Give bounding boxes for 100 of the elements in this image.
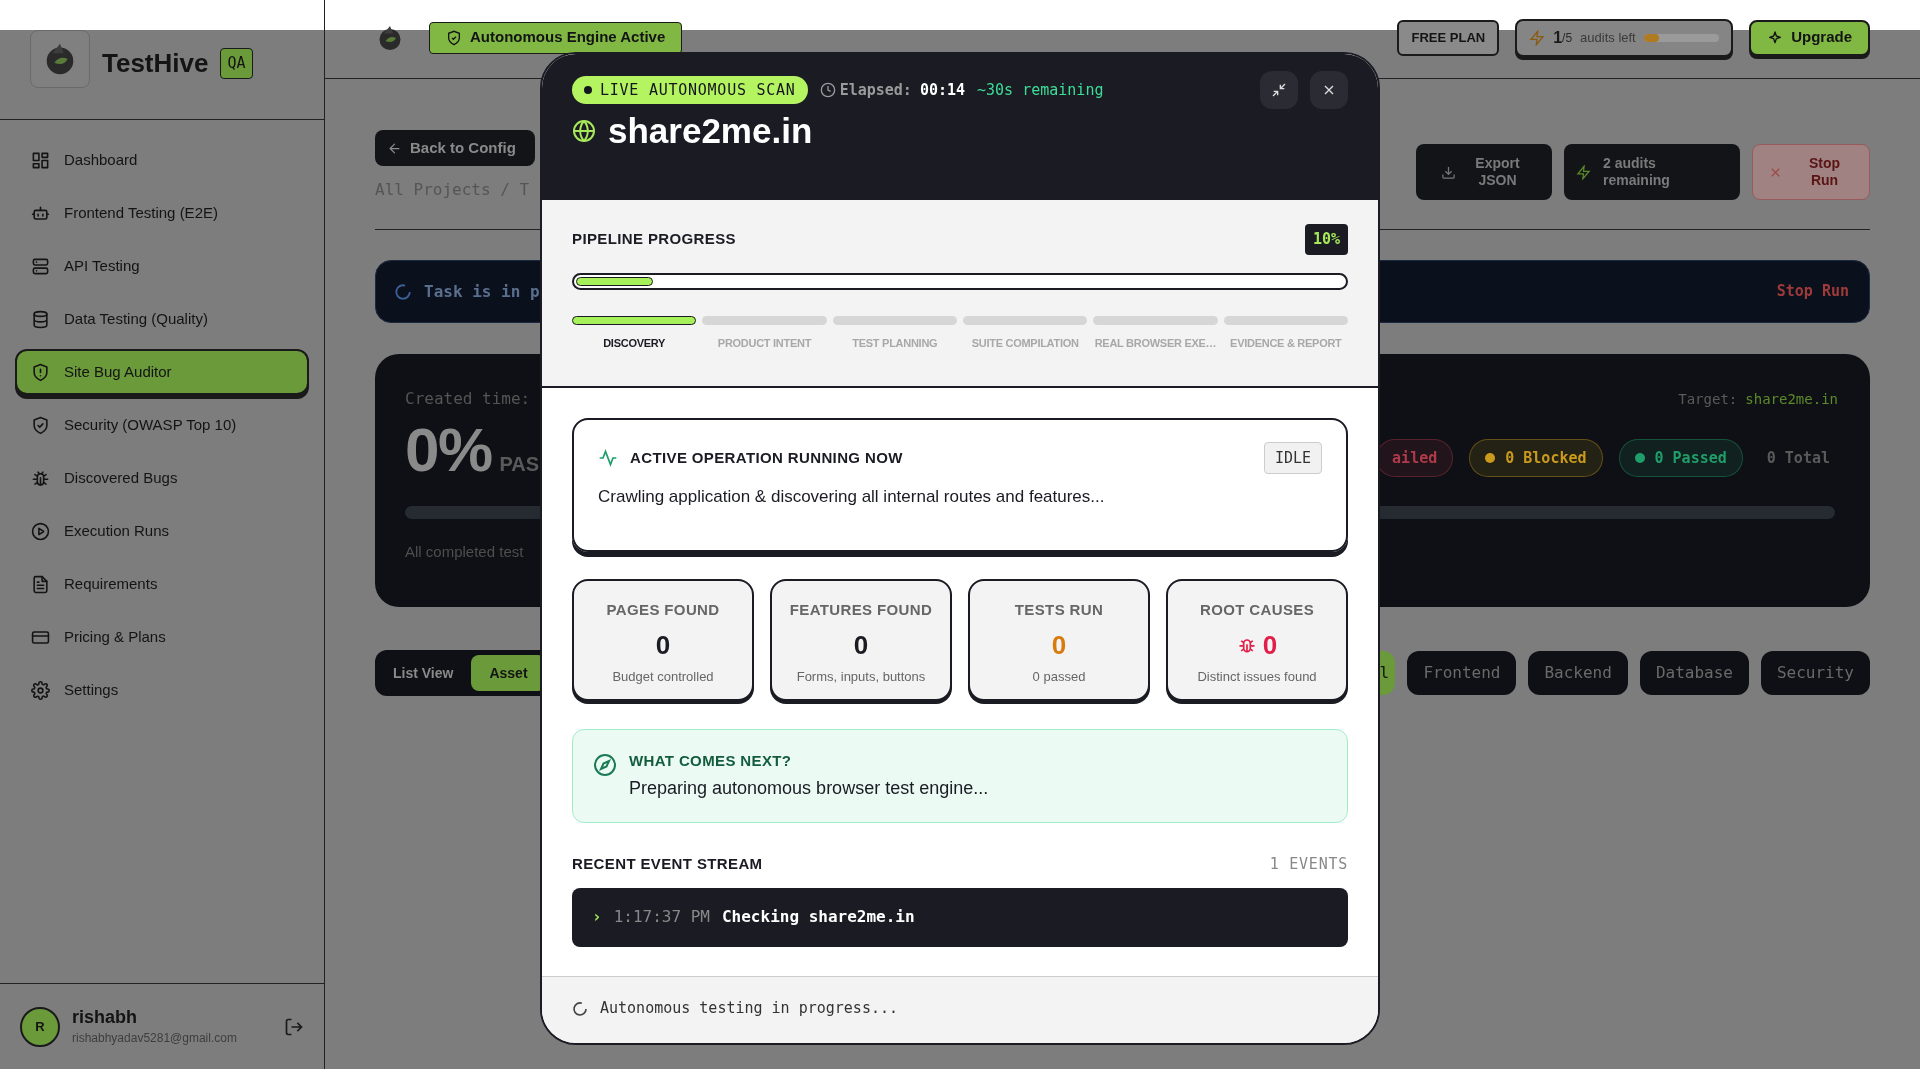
- next-step-title: WHAT COMES NEXT?: [629, 751, 793, 771]
- gear-icon: [31, 680, 50, 700]
- database-icon: [31, 309, 50, 329]
- export-button[interactable]: Export JSON: [1416, 144, 1552, 200]
- globe-icon: [572, 119, 596, 144]
- next-step-text: Preparing autonomous browser test engine...: [629, 776, 989, 800]
- engine-status-badge: Autonomous Engine Active: [429, 21, 683, 54]
- back-button[interactable]: Back to Config: [375, 130, 535, 166]
- operation-status: IDLE: [1263, 442, 1322, 474]
- filter-tab[interactable]: Backend: [1528, 651, 1628, 695]
- collapse-icon: [1271, 82, 1287, 98]
- operation-description: Crawling application & discovering all internal routes and features...: [598, 486, 1106, 508]
- spinner-icon: [572, 1000, 588, 1017]
- elapsed-time: 00:14: [919, 79, 966, 101]
- stat-value: 0: [655, 628, 671, 662]
- pipeline-percent: 10%: [1304, 224, 1348, 255]
- pulse-icon: [598, 448, 618, 468]
- modal-title: share2me.in: [608, 110, 813, 152]
- summary-footnote: All completed test: [405, 542, 525, 562]
- brand-name: TestHive: [102, 47, 209, 80]
- stop-run-button[interactable]: Stop Run: [1752, 144, 1870, 200]
- sparkle-icon: [1767, 29, 1784, 46]
- task-status: Task is in p: [424, 280, 540, 303]
- stat-note: Distinct issues found: [1197, 667, 1317, 686]
- logo-icon: [30, 30, 90, 88]
- created-time-label: Created time:: [405, 388, 531, 410]
- sidebar-item[interactable]: Data Testing (Quality): [15, 296, 309, 342]
- download-icon: [1440, 164, 1456, 180]
- stat-value: 0: [1262, 628, 1278, 662]
- event-text: Checking share2me.in: [721, 906, 915, 928]
- pass-percent: 0%: [405, 419, 492, 481]
- view-tab[interactable]: List View: [380, 655, 467, 691]
- shield-alert-icon: [31, 362, 50, 382]
- stat-note: Forms, inputs, buttons: [796, 667, 926, 686]
- sidebar-item[interactable]: Security (OWASP Top 10): [15, 402, 309, 448]
- audits-label: audits left: [1580, 28, 1636, 47]
- sidebar-item[interactable]: Discovered Bugs: [15, 455, 309, 501]
- stat-label: ROOT CAUSES: [1199, 600, 1315, 620]
- arrow-left-icon: [387, 140, 402, 156]
- pipeline-step: TEST PLANNING: [832, 316, 957, 352]
- sidebar-item[interactable]: Requirements: [15, 561, 309, 607]
- shield-check-icon: [446, 29, 462, 46]
- play-circle-icon: [31, 521, 50, 541]
- footer-status: Autonomous testing in progress...: [600, 998, 898, 1020]
- qa-badge: QA: [220, 48, 253, 79]
- sidebar-item[interactable]: Settings: [15, 667, 309, 713]
- spinner-icon: [394, 282, 412, 301]
- close-button[interactable]: [1310, 71, 1348, 109]
- stat-note: 0 passed: [1032, 667, 1086, 686]
- user-avatar: R: [20, 1006, 60, 1047]
- event-count: 1 EVENTS: [1269, 854, 1348, 875]
- sidebar-item[interactable]: API Testing: [15, 243, 309, 289]
- audits-remaining-button[interactable]: 2 audits remaining: [1564, 144, 1740, 200]
- logout-icon[interactable]: [284, 1016, 304, 1037]
- clock-icon: [819, 82, 836, 98]
- user-email: rishabhyadav5281@gmail.com: [72, 1029, 237, 1047]
- pipeline-title: PIPELINE PROGRESS: [572, 229, 736, 250]
- minimize-button[interactable]: [1260, 71, 1298, 109]
- stat-value: 0: [853, 628, 869, 662]
- operation-title: ACTIVE OPERATION RUNNING NOW: [630, 447, 903, 468]
- status-pill: 0 Blocked: [1469, 439, 1603, 477]
- status-pill: 0 Passed: [1618, 439, 1743, 477]
- grid-icon: [31, 150, 50, 170]
- sidebar-item[interactable]: Dashboard: [15, 137, 309, 183]
- plan-badge: FREE PLAN: [1397, 19, 1500, 56]
- stat-value: 0: [1051, 628, 1067, 662]
- shield-check-icon: [31, 415, 50, 435]
- server-icon: [31, 256, 50, 276]
- pipeline-step: SUITE COMPILATION: [963, 316, 1088, 352]
- target-url: share2me.in: [1745, 389, 1838, 409]
- pipeline-step: EVIDENCE & REPORT: [1223, 316, 1348, 352]
- filter-tab[interactable]: Frontend: [1407, 651, 1517, 695]
- filter-tab[interactable]: Database: [1639, 651, 1749, 695]
- audits-used: 1: [1553, 27, 1563, 48]
- bug-icon: [31, 468, 50, 488]
- robot-icon: [31, 203, 50, 223]
- sidebar-item[interactable]: Execution Runs: [15, 508, 309, 554]
- event-time: 1:17:37 PM: [613, 906, 710, 928]
- pass-label: PAS: [499, 452, 540, 477]
- compass-icon: [593, 753, 617, 777]
- target-label: Target:: [1678, 389, 1738, 409]
- lightning-icon: [1576, 164, 1591, 180]
- lightning-icon: [1529, 29, 1546, 46]
- sidebar-item[interactable]: Pricing & Plans: [15, 614, 309, 660]
- stop-run-link[interactable]: Stop Run: [1776, 280, 1849, 303]
- pipeline-step: PRODUCT INTENT: [702, 316, 827, 352]
- pipeline-step: REAL BROWSER EXE…: [1093, 316, 1218, 352]
- filter-tab[interactable]: Security: [1760, 651, 1870, 695]
- upgrade-button[interactable]: Upgrade: [1749, 19, 1870, 56]
- pipeline-step: DISCOVERY: [572, 316, 697, 352]
- sidebar-item[interactable]: Frontend Testing (E2E): [15, 190, 309, 236]
- audits-total: /5: [1562, 29, 1573, 47]
- stat-label: TESTS RUN: [1014, 600, 1104, 620]
- stat-note: Budget controlled: [612, 667, 714, 686]
- elapsed-label: Elapsed:: [839, 79, 912, 101]
- stat-label: PAGES FOUND: [606, 600, 720, 620]
- event-marker: ›: [592, 906, 602, 928]
- live-scan-badge: LIVE AUTONOMOUS SCAN: [572, 76, 808, 104]
- remaining-time: ~30s remaining: [977, 79, 1104, 101]
- stat-label: FEATURES FOUND: [789, 600, 933, 620]
